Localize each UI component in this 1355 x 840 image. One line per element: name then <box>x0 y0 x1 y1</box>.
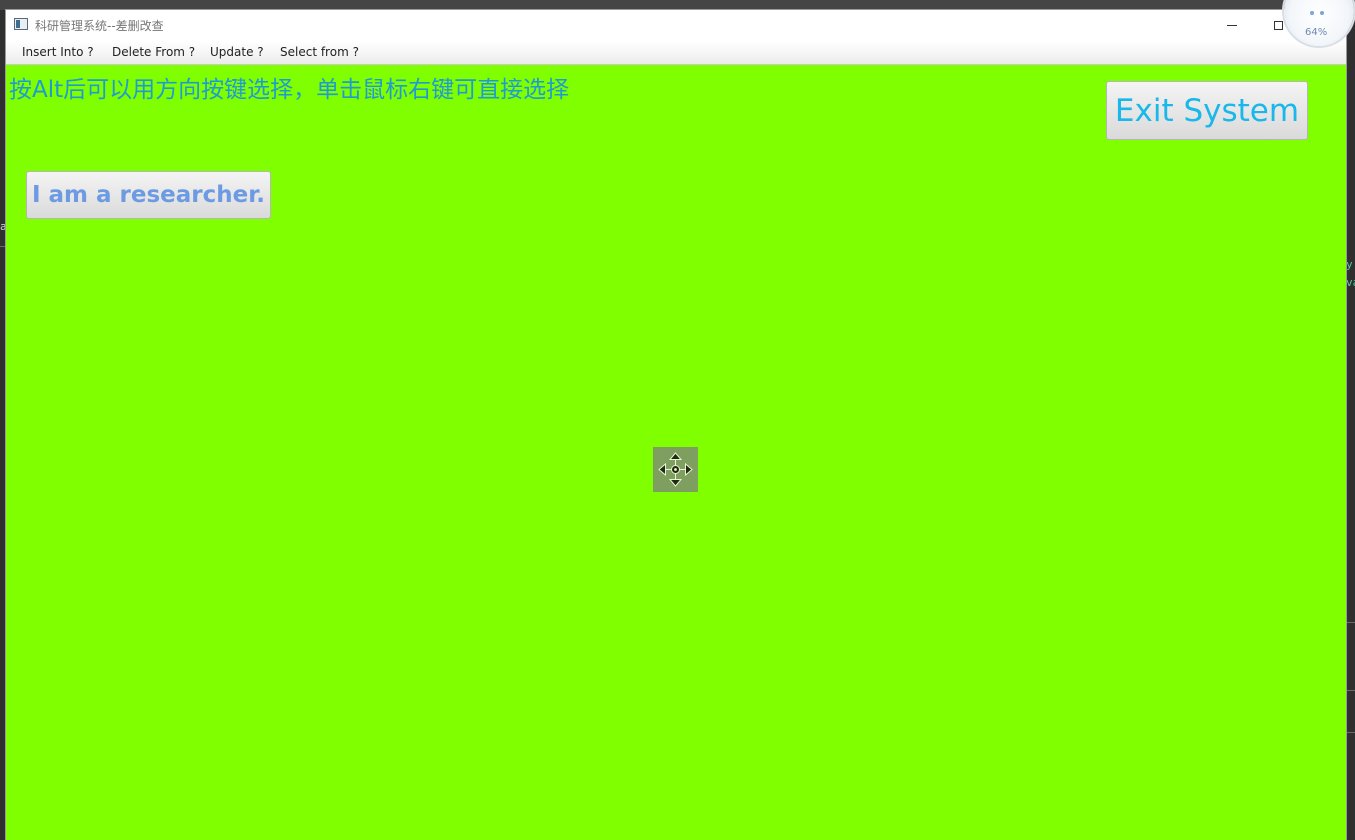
menu-update[interactable]: Update ? <box>210 45 264 59</box>
background-text-fragment: y <box>1346 258 1353 271</box>
minimize-button[interactable] <box>1209 10 1255 41</box>
background-divider <box>1346 732 1355 733</box>
performance-overlay-badge[interactable]: 64% <box>1281 0 1355 48</box>
window-title: 科研管理系统--差删改查 <box>35 19 164 33</box>
background-divider <box>1346 622 1355 623</box>
menu-delete-from[interactable]: Delete From ? <box>112 45 195 59</box>
app-icon <box>14 18 28 30</box>
overlay-percent: 64% <box>1305 27 1328 38</box>
overlay-ring <box>1284 0 1354 46</box>
background-divider <box>1346 690 1355 691</box>
menu-select-from[interactable]: Select from ? <box>280 45 359 59</box>
desktop-top-strip <box>0 0 1355 10</box>
background-window-right: y va <box>1346 10 1355 840</box>
title-bar[interactable]: 科研管理系统--差删改查 ✕ <box>6 10 1346 41</box>
desktop: a y va 科研管理系统--差删改查 ✕ Insert Into ? Dele… <box>0 0 1355 840</box>
researcher-button[interactable]: I am a researcher. <box>26 171 271 219</box>
overlay-eye-icon <box>1320 11 1324 15</box>
move-cursor-icon <box>653 447 698 492</box>
background-text-fragment: va <box>1346 276 1355 289</box>
menu-insert-into[interactable]: Insert Into ? <box>22 45 94 59</box>
instruction-label: 按Alt后可以用方向按键选择，单击鼠标右键可直接选择 <box>9 77 570 103</box>
overlay-eye-icon <box>1310 11 1314 15</box>
minimize-icon <box>1227 25 1237 26</box>
menu-bar: Insert Into ? Delete From ? Update ? Sel… <box>6 41 1346 65</box>
exit-system-button[interactable]: Exit System <box>1106 81 1308 140</box>
app-window: 科研管理系统--差删改查 ✕ Insert Into ? Delete From… <box>6 10 1346 840</box>
